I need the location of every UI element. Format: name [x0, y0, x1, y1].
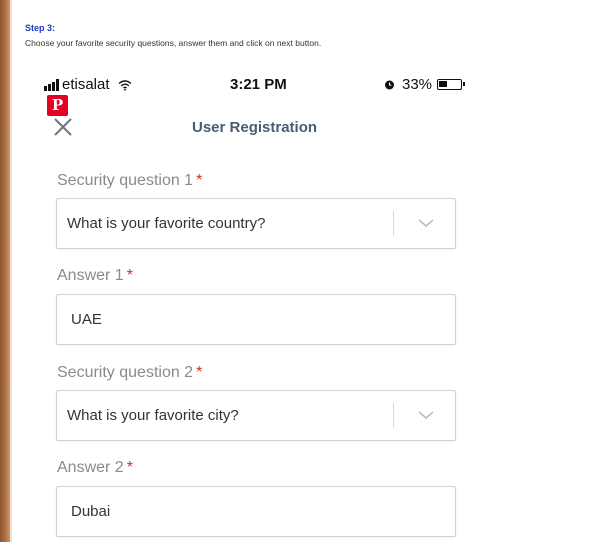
- page: Step 3: Choose your favorite security qu…: [0, 0, 600, 542]
- required-marker: *: [126, 459, 133, 476]
- battery-percent: 33%: [402, 76, 433, 93]
- step-label: Step 3:: [25, 23, 56, 33]
- wifi-icon: [118, 79, 131, 91]
- answer-2-input[interactable]: Dubai: [56, 486, 456, 537]
- right-status-group: 33%: [384, 76, 466, 93]
- label-text: Answer 1: [57, 267, 124, 284]
- required-marker: *: [126, 267, 133, 284]
- decorative-wood-strip: [0, 0, 12, 542]
- security-question-1-label: Security question 1 *: [57, 172, 202, 190]
- pinterest-icon[interactable]: P: [47, 95, 68, 116]
- input-value: UAE: [71, 311, 102, 328]
- chevron-down-icon[interactable]: [417, 410, 435, 420]
- security-question-1-select[interactable]: What is your favorite country?: [56, 198, 456, 249]
- step-description: Choose your favorite security questions,…: [25, 38, 322, 48]
- label-text: Security question 1: [57, 172, 194, 189]
- select-separator: [393, 211, 394, 236]
- status-time: 3:21 PM: [230, 76, 287, 93]
- label-text: Security question 2: [57, 364, 194, 381]
- select-separator: [393, 403, 394, 428]
- security-question-2-label: Security question 2 *: [57, 364, 202, 382]
- signal-bars-icon: [44, 78, 60, 91]
- required-marker: *: [196, 364, 203, 381]
- nav-title: User Registration: [192, 119, 318, 136]
- carrier-name: etisalat: [62, 76, 110, 93]
- select-value: What is your favorite country?: [67, 215, 266, 232]
- close-icon[interactable]: [52, 116, 74, 138]
- select-value: What is your favorite city?: [67, 407, 239, 424]
- chevron-down-icon[interactable]: [417, 218, 435, 228]
- answer-2-label: Answer 2 *: [57, 459, 133, 477]
- security-question-2-select[interactable]: What is your favorite city?: [56, 390, 456, 441]
- required-marker: *: [196, 172, 203, 189]
- label-text: Answer 2: [57, 459, 124, 476]
- phone-status-bar: etisalat 3:21 PM 33%: [44, 76, 474, 98]
- alarm-icon: [385, 80, 394, 90]
- input-value: Dubai: [71, 503, 111, 520]
- answer-1-label: Answer 1 *: [57, 267, 133, 285]
- battery-icon: [437, 79, 466, 90]
- carrier-group: etisalat: [44, 76, 132, 93]
- answer-1-input[interactable]: UAE: [56, 294, 456, 345]
